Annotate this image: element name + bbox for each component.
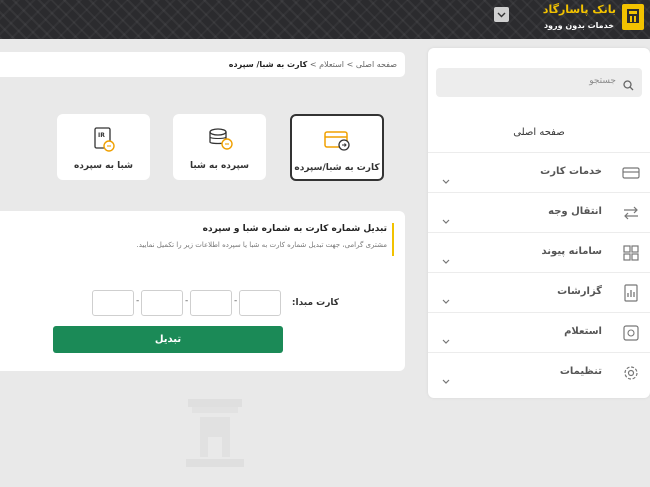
service-card-iban-to-deposit[interactable]: IR شبا به سپرده [57, 114, 150, 180]
sidebar-item-transfer[interactable]: انتقال وجه [428, 192, 650, 233]
service-label: شبا به سپرده [73, 161, 134, 171]
sidebar-item-label: گزارشات [557, 286, 602, 297]
card-number-segment-1[interactable] [239, 290, 281, 316]
report-icon [622, 284, 640, 302]
service-card-card-to-iban[interactable]: کارت به شبا/سپرده [290, 114, 384, 181]
breadcrumb-current: کارت به شبا/ سپرده [228, 60, 308, 69]
search-placeholder: جستجو [589, 76, 616, 86]
source-card-label: کارت مبدا: [291, 298, 339, 308]
header-dropdown-button[interactable] [494, 7, 509, 22]
card-number-segment-3[interactable] [141, 290, 183, 316]
bank-logo [622, 4, 644, 30]
sidebar-item-reports[interactable]: گزارشات [428, 272, 650, 313]
service-label: سپرده به شبا [189, 161, 250, 171]
chevron-down-icon [442, 209, 450, 228]
sidebar-item-label: سامانه پیوند [541, 246, 602, 257]
chevron-down-icon [497, 12, 506, 17]
form-title: تبدیل شماره کارت به شماره شبا و سپرده [202, 224, 387, 234]
chevron-down-icon [442, 369, 450, 388]
brand-subtitle: خدمات بدون ورود [543, 21, 614, 30]
sidebar-item-card-services[interactable]: خدمات کارت [428, 152, 650, 193]
title-accent-bar [392, 223, 394, 256]
breadcrumb: صفحه اصلی > استعلام > کارت به شبا/ سپرده [0, 52, 405, 77]
chevron-down-icon [442, 169, 450, 188]
sidebar-item-home[interactable]: صفحه اصلی [428, 113, 650, 151]
segment-dash: - [185, 296, 189, 306]
sidebar: جستجو صفحه اصلی خدمات کارت انتقال وجه سا… [428, 48, 650, 398]
svg-text:IR: IR [98, 132, 105, 139]
sidebar-item-inquiry[interactable]: استعلام [428, 312, 650, 353]
breadcrumb-home[interactable]: صفحه اصلی [356, 60, 397, 69]
chevron-down-icon [442, 289, 450, 308]
search-icon [623, 76, 634, 95]
transfer-icon [622, 204, 640, 222]
sidebar-item-label: تنظیمات [559, 366, 602, 377]
chevron-down-icon [442, 329, 450, 348]
card-to-iban-icon [322, 128, 352, 156]
sidebar-item-label: استعلام [564, 326, 602, 337]
convert-button[interactable]: تبدیل [53, 326, 283, 353]
brand-name: بانک پاسارگاد [542, 3, 616, 16]
service-card-deposit-to-iban[interactable]: سپرده به شبا [173, 114, 266, 180]
bank-watermark-logo [180, 395, 250, 479]
card-number-segment-4[interactable] [92, 290, 134, 316]
card-number-segment-2[interactable] [190, 290, 232, 316]
breadcrumb-separator: > [346, 60, 354, 69]
chevron-down-icon [442, 249, 450, 268]
segment-dash: - [234, 296, 238, 306]
breadcrumb-separator: > [309, 60, 317, 69]
inquiry-icon [622, 324, 640, 342]
sidebar-item-peyvand[interactable]: سامانه پیوند [428, 232, 650, 273]
sidebar-item-label: خدمات کارت [540, 166, 602, 177]
form-description: مشتری گرامی، جهت تبدیل شماره کارت به شبا… [136, 241, 387, 249]
gear-icon [622, 364, 640, 382]
segment-dash: - [136, 296, 140, 306]
card-icon [622, 164, 640, 182]
service-label: کارت به شبا/سپرده [294, 163, 380, 173]
sidebar-item-settings[interactable]: تنظیمات [428, 352, 650, 393]
deposit-to-iban-icon [205, 126, 235, 156]
iban-to-deposit-icon: IR [90, 126, 118, 158]
top-header: بانک پاسارگاد خدمات بدون ورود [0, 0, 650, 39]
breadcrumb-section[interactable]: استعلام [319, 60, 344, 69]
search-input[interactable]: جستجو [436, 68, 642, 97]
grid-icon [622, 244, 640, 262]
sidebar-item-label: انتقال وجه [548, 206, 602, 217]
